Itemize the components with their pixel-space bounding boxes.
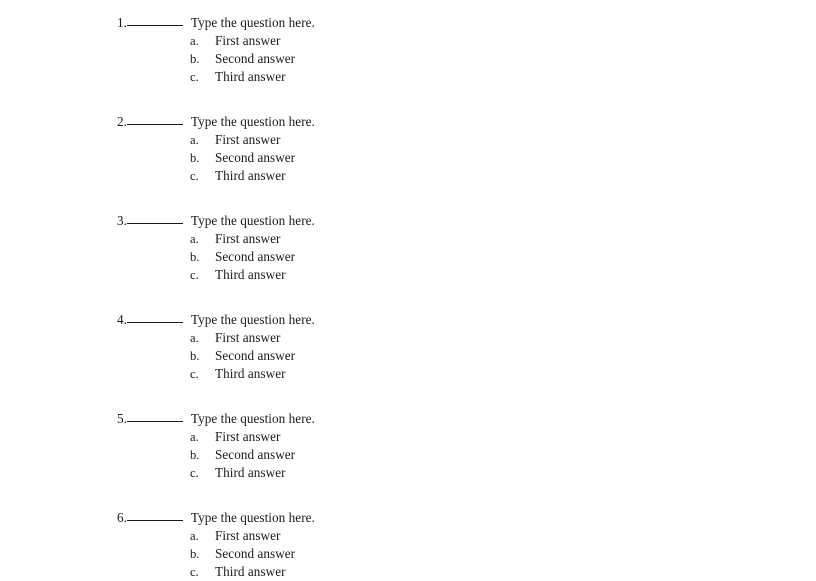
question-prompt-row: 1. Type the question here. xyxy=(117,14,777,32)
answer-option[interactable]: a.First answer xyxy=(117,131,777,149)
answer-option[interactable]: c.Third answer xyxy=(117,563,777,581)
answer-option[interactable]: a.First answer xyxy=(117,428,777,446)
question-number: 3. xyxy=(117,212,127,230)
answer-option-text[interactable]: Second answer xyxy=(215,446,295,464)
answer-option-text[interactable]: Second answer xyxy=(215,50,295,68)
answer-option-text[interactable]: Third answer xyxy=(215,464,286,482)
answer-option-letter: c. xyxy=(190,266,215,284)
answer-option[interactable]: b.Second answer xyxy=(117,347,777,365)
document-page: 1.Type the question here.a.First answerb… xyxy=(0,0,816,563)
answer-blank-field[interactable] xyxy=(127,310,183,323)
question-number: 4. xyxy=(117,311,127,329)
answer-option-letter: b. xyxy=(190,446,215,464)
answer-option-letter: c. xyxy=(190,68,215,86)
question-text[interactable]: Type the question here. xyxy=(191,14,315,32)
question-text[interactable]: Type the question here. xyxy=(191,410,315,428)
answer-option[interactable]: c.Third answer xyxy=(117,68,777,86)
answer-option[interactable]: b.Second answer xyxy=(117,545,777,563)
answer-option[interactable]: b.Second answer xyxy=(117,149,777,167)
answer-option-letter: a. xyxy=(190,32,215,50)
answer-option-list: a.First answerb.Second answerc.Third ans… xyxy=(117,32,777,86)
quiz-question-list: 1.Type the question here.a.First answerb… xyxy=(117,14,777,581)
question-block: 5. Type the question here.a.First answerb… xyxy=(117,410,777,482)
answer-option-list: a.First answerb.Second answerc.Third ans… xyxy=(117,428,777,482)
answer-option[interactable]: c.Third answer xyxy=(117,464,777,482)
answer-option-text[interactable]: Third answer xyxy=(215,68,286,86)
answer-option-text[interactable]: First answer xyxy=(215,230,280,248)
question-prompt-row: 2. Type the question here. xyxy=(117,113,777,131)
question-text[interactable]: Type the question here. xyxy=(191,509,315,527)
answer-option[interactable]: a.First answer xyxy=(117,329,777,347)
answer-option-letter: a. xyxy=(190,230,215,248)
answer-option-text[interactable]: First answer xyxy=(215,329,280,347)
answer-option-list: a.First answerb.Second answerc.Third ans… xyxy=(117,230,777,284)
answer-option-letter: a. xyxy=(190,527,215,545)
question-number: 2. xyxy=(117,113,127,131)
answer-option[interactable]: c.Third answer xyxy=(117,167,777,185)
answer-option[interactable]: a.First answer xyxy=(117,230,777,248)
answer-option-letter: b. xyxy=(190,50,215,68)
answer-option-text[interactable]: Third answer xyxy=(215,266,286,284)
answer-option[interactable]: a.First answer xyxy=(117,527,777,545)
answer-option-text[interactable]: Second answer xyxy=(215,248,295,266)
answer-option[interactable]: b.Second answer xyxy=(117,50,777,68)
answer-option-text[interactable]: Second answer xyxy=(215,347,295,365)
answer-option[interactable]: a.First answer xyxy=(117,32,777,50)
answer-option-letter: c. xyxy=(190,365,215,383)
answer-option-letter: a. xyxy=(190,428,215,446)
answer-option-text[interactable]: First answer xyxy=(215,131,280,149)
question-prompt-row: 4. Type the question here. xyxy=(117,311,777,329)
question-text[interactable]: Type the question here. xyxy=(191,113,315,131)
answer-option-letter: c. xyxy=(190,167,215,185)
question-block: 1. Type the question here.a.First answerb… xyxy=(117,14,777,86)
answer-option-list: a.First answerb.Second answerc.Third ans… xyxy=(117,329,777,383)
answer-option-list: a.First answerb.Second answerc.Third ans… xyxy=(117,527,777,581)
answer-option-list: a.First answerb.Second answerc.Third ans… xyxy=(117,131,777,185)
question-prompt-row: 6. Type the question here. xyxy=(117,509,777,527)
answer-blank-field[interactable] xyxy=(127,211,183,224)
answer-blank-field[interactable] xyxy=(127,409,183,422)
answer-option-letter: b. xyxy=(190,545,215,563)
answer-option-text[interactable]: First answer xyxy=(215,428,280,446)
answer-option-text[interactable]: First answer xyxy=(215,32,280,50)
question-text[interactable]: Type the question here. xyxy=(191,212,315,230)
answer-option-text[interactable]: Third answer xyxy=(215,563,286,581)
answer-blank-field[interactable] xyxy=(127,13,183,26)
question-number: 5. xyxy=(117,410,127,428)
answer-option[interactable]: c.Third answer xyxy=(117,365,777,383)
question-prompt-row: 3. Type the question here. xyxy=(117,212,777,230)
question-block: 3. Type the question here.a.First answerb… xyxy=(117,212,777,284)
answer-option-text[interactable]: Third answer xyxy=(215,167,286,185)
answer-option-letter: c. xyxy=(190,563,215,581)
answer-option[interactable]: b.Second answer xyxy=(117,446,777,464)
answer-option[interactable]: b.Second answer xyxy=(117,248,777,266)
answer-option-text[interactable]: First answer xyxy=(215,527,280,545)
answer-option-text[interactable]: Second answer xyxy=(215,149,295,167)
answer-option-letter: a. xyxy=(190,131,215,149)
answer-blank-field[interactable] xyxy=(127,508,183,521)
answer-option-letter: b. xyxy=(190,347,215,365)
answer-option-text[interactable]: Second answer xyxy=(215,545,295,563)
question-number: 1. xyxy=(117,14,127,32)
answer-option-letter: b. xyxy=(190,248,215,266)
question-text[interactable]: Type the question here. xyxy=(191,311,315,329)
answer-option-letter: c. xyxy=(190,464,215,482)
answer-option-letter: a. xyxy=(190,329,215,347)
question-block: 6. Type the question here.a.First answerb… xyxy=(117,509,777,581)
question-prompt-row: 5. Type the question here. xyxy=(117,410,777,428)
answer-option-text[interactable]: Third answer xyxy=(215,365,286,383)
answer-option[interactable]: c.Third answer xyxy=(117,266,777,284)
answer-blank-field[interactable] xyxy=(127,112,183,125)
question-block: 4. Type the question here.a.First answerb… xyxy=(117,311,777,383)
question-block: 2. Type the question here.a.First answerb… xyxy=(117,113,777,185)
answer-option-letter: b. xyxy=(190,149,215,167)
question-number: 6. xyxy=(117,509,127,527)
